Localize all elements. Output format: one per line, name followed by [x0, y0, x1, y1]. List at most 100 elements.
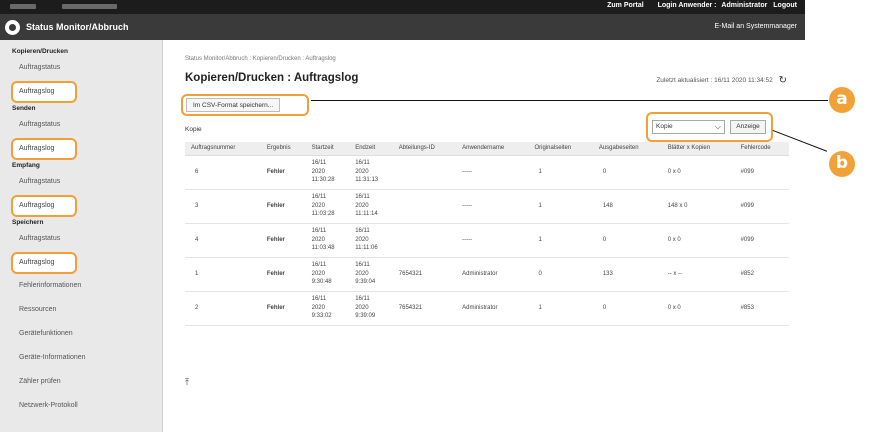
sidebar-item-other[interactable]: Ressourcen [0, 298, 162, 322]
sidebar-item-auftragstatus[interactable]: Auftragstatus [0, 228, 162, 249]
scroll-top-icon[interactable]: ⤒ [185, 377, 189, 388]
page-title: Kopieren/Drucken : Auftragslog [185, 72, 359, 84]
table-cell: Fehler [260, 155, 306, 190]
sidebar-item-auftragslog[interactable]: Auftragslog [11, 252, 77, 274]
sidebar-item-auftragstatus[interactable]: Auftragstatus [0, 171, 162, 192]
table-cell: #099 [734, 189, 789, 224]
sidebar-item-auftragslog[interactable]: Auftragslog [11, 81, 77, 103]
table-cell[interactable]: 1 [185, 257, 261, 292]
sidebar-section-heading: Empfang [12, 162, 40, 169]
table-cell: #099 [734, 155, 789, 190]
table-header-row: Auftragsnummer Ergebnis Startzeit Endzeit Ab… [185, 142, 789, 156]
app-title: Status Monitor/Abbruch [26, 22, 129, 32]
email-admin-link[interactable]: E-Mail an Systemmanager [715, 23, 797, 30]
column-header: Blätter x Kopien [661, 142, 735, 156]
column-header: Fehlercode [734, 142, 789, 156]
main-content: Status Monitor/Abbruch : Kopieren/Drucke… [163, 40, 805, 432]
cell-line: 2020 [311, 168, 325, 175]
sidebar-item-other[interactable]: Netzwerk-Protokoll [0, 394, 162, 418]
sidebar-item-other[interactable]: Gerätefunktionen [0, 322, 162, 346]
table-cell: 16/11 2020 9:39:09 [349, 291, 393, 326]
table-cell[interactable]: 3 [185, 189, 261, 224]
cell-line: 16/11 [311, 296, 327, 303]
job-type-select[interactable]: Kopie ⌵ [652, 120, 725, 134]
cell-line: 16/11 [355, 228, 370, 235]
table-cell: 16/11 2020 11:30:28 [305, 155, 350, 190]
table-cell: 0 [592, 291, 662, 326]
callout-a-badge: a [829, 87, 855, 113]
table-cell: 1 [528, 189, 593, 224]
column-header: Originalseiten [528, 142, 593, 156]
table-cell [392, 189, 457, 224]
logout-link[interactable]: Logout [773, 2, 797, 9]
cell-line: 16/11 [311, 262, 327, 269]
blurred-product-name [10, 4, 36, 9]
table-cell[interactable]: 6 [185, 155, 261, 190]
callout-b-badge: b [829, 151, 855, 177]
sidebar-item-auftragslog[interactable]: Auftragslog [11, 138, 77, 160]
table-cell: 0 [592, 223, 662, 258]
table-cell: 1 [528, 155, 593, 190]
table-row: 1 Fehler 16/11 2020 9:30:48 16/11 2020 9:39:04 7… [185, 257, 789, 292]
cell-line: 16/11 [311, 160, 327, 167]
cell-line: 16/11 [311, 194, 327, 201]
table-cell: 0 [528, 257, 593, 292]
table-cell: 16/11 2020 11:31:13 [349, 155, 393, 190]
portal-link[interactable]: Zum Portal [607, 2, 644, 9]
chevron-down-icon: ⌵ [714, 122, 721, 131]
cell-line: 2020 [355, 270, 369, 277]
job-log-table: Auftragsnummer Ergebnis Startzeit Endzeit Ab… [185, 142, 789, 326]
title-bar: Status Monitor/Abbruch E-Mail an Systemm… [0, 14, 805, 40]
cell-line: 16/11 [355, 296, 370, 303]
cell-line: 2020 [355, 168, 369, 175]
table-cell[interactable]: 2 [185, 291, 261, 326]
table-cell: 0 x 0 [661, 155, 735, 190]
refresh-icon[interactable]: ↻ [779, 75, 787, 86]
sidebar-item-auftragstatus[interactable]: Auftragstatus [0, 114, 162, 135]
cell-line: 2020 [355, 304, 369, 311]
column-header: Startzeit [305, 142, 350, 156]
table-cell: 0 x 0 [661, 291, 735, 326]
top-bar: Zum Portal Login Anwender : Administrato… [0, 0, 805, 14]
sidebar-section-heading: Speichern [12, 219, 44, 226]
table-cell: 16/11 2020 11:11:14 [349, 189, 393, 224]
sidebar: Kopieren/Drucken Auftragstatus Auftragslog… [0, 40, 163, 432]
table-row: 4 Fehler 16/11 2020 11:03:48 16/11 2020 11:11:0… [185, 223, 789, 258]
login-user-label: Login Anwender : [657, 2, 717, 9]
top-links: Zum Portal Login Anwender : Administrato… [595, 2, 797, 9]
table-cell: ----- [456, 155, 529, 190]
sidebar-item-other[interactable]: Fehlerinformationen [0, 274, 162, 298]
table-cell: 16/11 2020 9:30:48 [305, 257, 350, 292]
breadcrumb: Status Monitor/Abbruch : Kopieren/Drucke… [185, 56, 336, 62]
table-cell: Fehler [260, 189, 306, 224]
column-header: Abteilungs-ID [392, 142, 457, 156]
sidebar-item-auftragslog[interactable]: Auftragslog [11, 195, 77, 217]
last-updated: Zuletzt aktualisiert : 16/11 2020 11:34:… [656, 75, 787, 86]
cell-line: 11:30:28 [311, 177, 335, 184]
user-name: Administrator [721, 2, 768, 9]
sidebar-item-other[interactable]: Geräte-Informationen [0, 346, 162, 370]
table-cell: 7654321 [392, 257, 457, 292]
column-header: Endzeit [349, 142, 393, 156]
cell-line: 2020 [355, 202, 369, 209]
table-cell: #852 [734, 257, 789, 292]
job-type-value: Kopie [656, 123, 673, 130]
table-cell: 7654321 [392, 291, 457, 326]
table-cell: Administrator [456, 291, 529, 326]
show-button[interactable]: Anzeige [730, 120, 766, 134]
cell-line: 11:11:06 [355, 245, 378, 252]
cell-line: 9:30:48 [311, 279, 332, 286]
filter-highlight: Kopie ⌵ Anzeige [646, 112, 773, 142]
save-csv-button[interactable]: Im CSV-Format speichern... [186, 98, 281, 112]
cell-line: 9:33:02 [311, 313, 332, 320]
table-body: 6 Fehler 16/11 2020 11:30:28 16/11 2020 11:31:1… [185, 155, 789, 326]
table-cell: 1 [528, 291, 593, 326]
cell-line: 16/11 [311, 228, 327, 235]
sidebar-item-other[interactable]: Zähler prüfen [0, 370, 162, 394]
cell-line: 11:03:48 [311, 245, 335, 252]
table-cell[interactable]: 4 [185, 223, 261, 258]
table-cell: 16/11 2020 11:03:48 [305, 223, 350, 258]
sidebar-section-heading: Kopieren/Drucken [12, 48, 68, 55]
sidebar-item-auftragstatus[interactable]: Auftragstatus [0, 57, 162, 78]
cell-line: 11:03:28 [311, 211, 335, 218]
